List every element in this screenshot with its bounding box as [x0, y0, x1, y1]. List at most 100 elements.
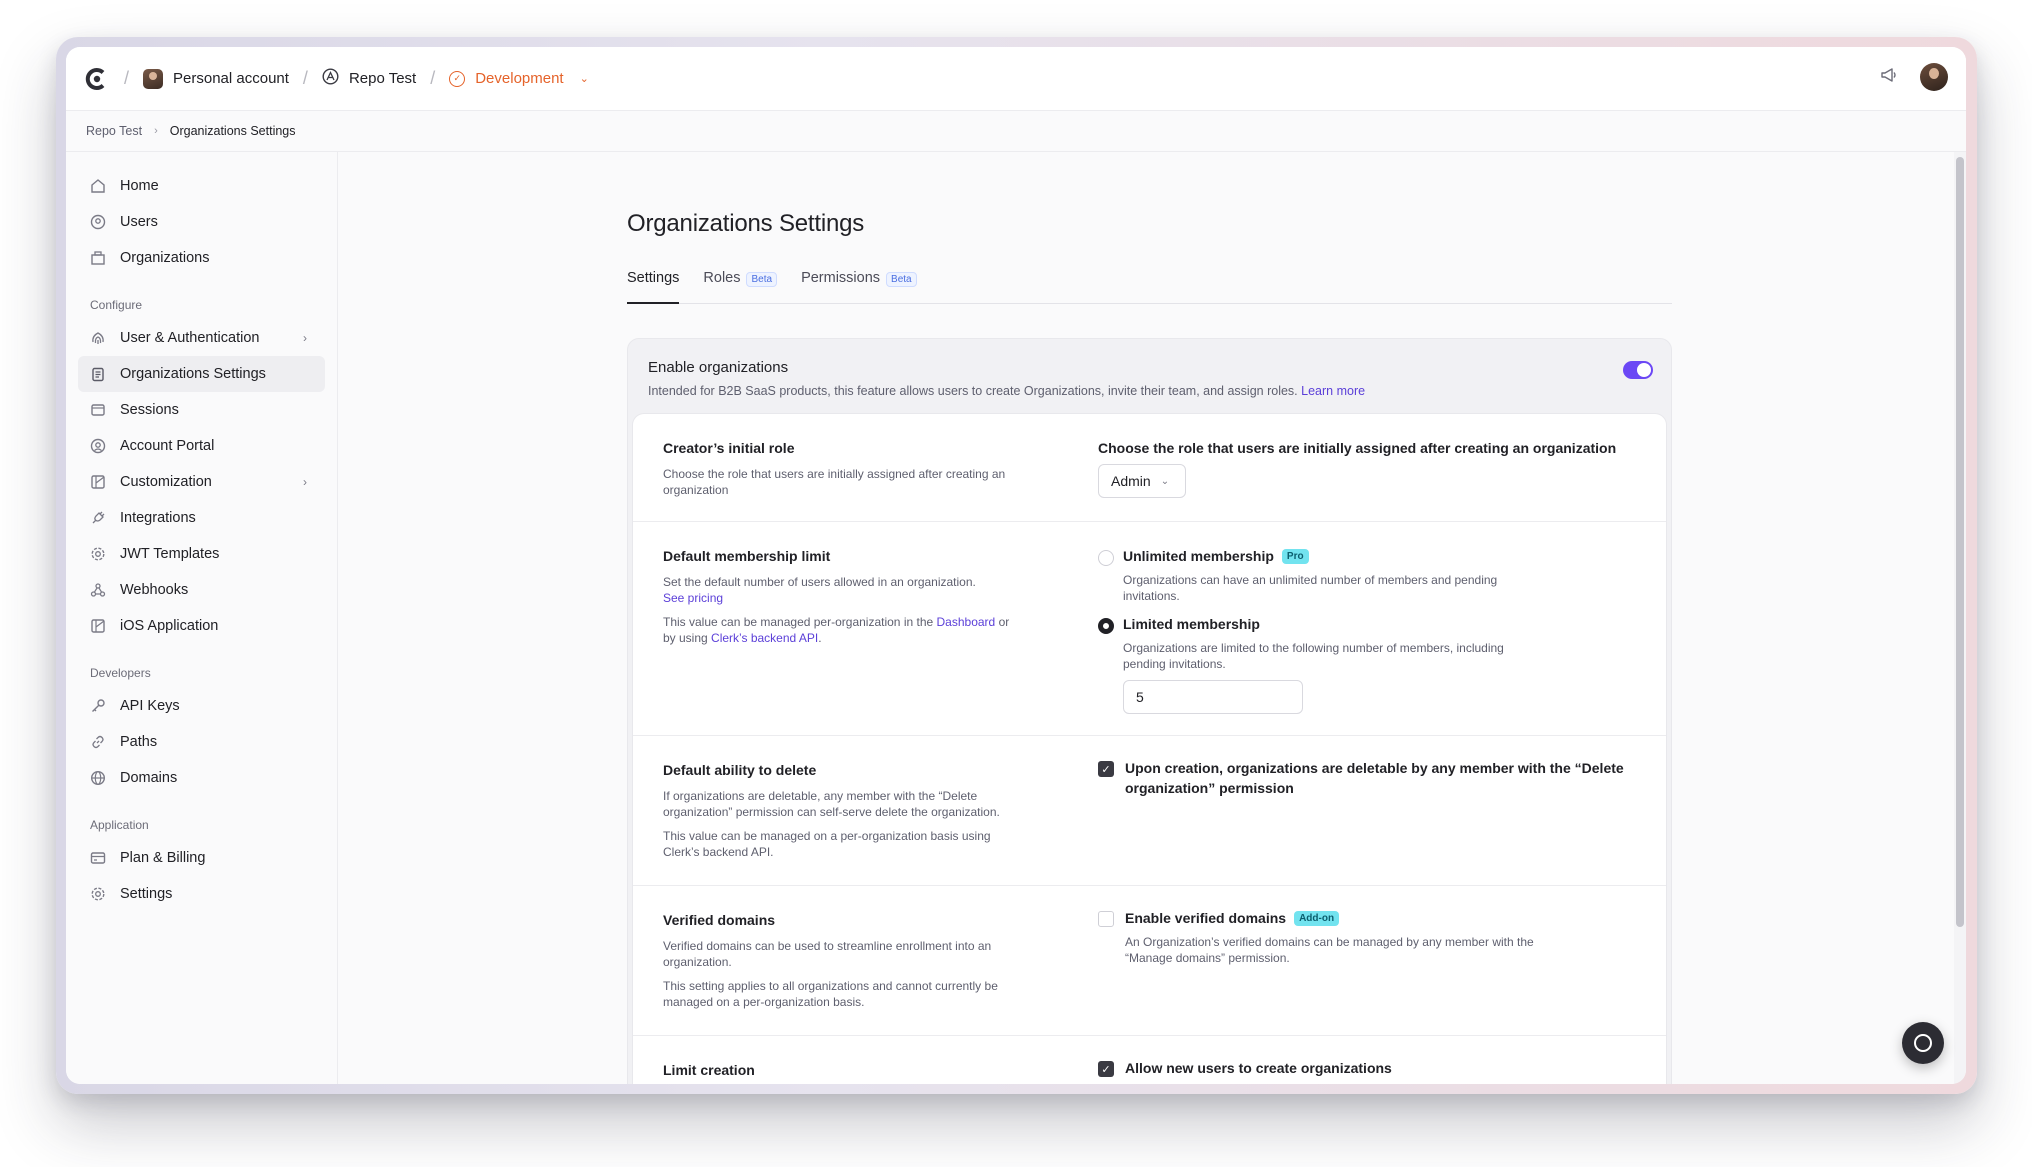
enable-organizations-toggle[interactable]: [1623, 361, 1653, 379]
sidebar-item-ios-application[interactable]: iOS Application: [78, 608, 325, 644]
delete-desc-1: If organizations are deletable, any memb…: [663, 789, 1000, 819]
building-icon: [90, 250, 106, 266]
delete-ability-title: Default ability to delete: [663, 762, 817, 778]
section-developers: Developers: [90, 666, 151, 680]
limited-membership-radio[interactable]: [1098, 618, 1114, 634]
role-select[interactable]: Admin ⌄: [1098, 464, 1186, 498]
app-window: / Personal account / Repo Test / ✓ Devel…: [66, 47, 1966, 1084]
breadcrumb-current: Organizations Settings: [169, 124, 296, 138]
sidebar-item-integrations[interactable]: Integrations: [78, 500, 325, 536]
deletable-checkbox-label: Upon creation, organizations are deletab…: [1125, 760, 1624, 796]
sidebar-item-organizations-settings[interactable]: Organizations Settings: [78, 356, 325, 392]
learn-more-link[interactable]: Learn more: [1301, 384, 1365, 398]
home-icon: [90, 178, 106, 194]
unlimited-membership-label: Unlimited membership: [1123, 548, 1274, 564]
membership-limit-description: Set the default number of users allowed …: [663, 574, 1023, 646]
delete-ability-description: If organizations are deletable, any memb…: [663, 788, 1023, 860]
environment-switcher[interactable]: ✓ Development ⌄: [449, 70, 589, 87]
delete-ability-row: Default ability to delete If organizatio…: [633, 736, 1666, 886]
deletable-checkbox[interactable]: ✓: [1098, 761, 1114, 777]
clerk-logo-icon[interactable]: [84, 66, 110, 92]
chevron-right-icon: ›: [303, 331, 307, 345]
limited-membership-option[interactable]: Limited membership: [1123, 616, 1260, 632]
unlimited-membership-option[interactable]: Unlimited membership Pro: [1123, 548, 1309, 564]
scrollbar-thumb[interactable]: [1956, 157, 1964, 927]
membership-limit-input[interactable]: 5: [1123, 680, 1303, 714]
creator-role-row: Creator’s initial role Choose the role t…: [633, 414, 1666, 522]
settings-icon: [90, 886, 106, 902]
sidebar-item-account-portal[interactable]: Account Portal: [78, 428, 325, 464]
sidebar-item-webhooks[interactable]: Webhooks: [78, 572, 325, 608]
breadcrumb-parent[interactable]: Repo Test: [86, 124, 142, 138]
allow-create-checkbox-label: Allow new users to create organizations: [1125, 1060, 1392, 1076]
beta-badge: Beta: [746, 272, 778, 287]
beta-badge: Beta: [886, 272, 917, 287]
sidebar-item-api-keys[interactable]: API Keys: [78, 688, 325, 724]
sidebar-item-label: API Keys: [120, 698, 180, 714]
clerk-help-button[interactable]: [1902, 1022, 1944, 1064]
brush-icon: [90, 474, 106, 490]
verified-desc-2: This setting applies to all organization…: [663, 979, 998, 1009]
sidebar-item-domains[interactable]: Domains: [78, 760, 325, 796]
user-circle-icon: [90, 438, 106, 454]
app-label: Repo Test: [348, 70, 417, 87]
unlimited-membership-radio[interactable]: [1098, 550, 1114, 566]
account-switcher[interactable]: Personal account: [143, 68, 289, 89]
verified-domains-checkbox[interactable]: [1098, 911, 1114, 927]
pro-badge: Pro: [1281, 548, 1309, 564]
tab-settings[interactable]: Settings: [627, 270, 680, 304]
description-text: Intended for B2B SaaS products, this fea…: [648, 384, 1298, 398]
sidebar-item-label: Integrations: [120, 510, 196, 526]
sidebar-item-users[interactable]: Users: [78, 204, 325, 240]
app-icon: [322, 68, 339, 89]
verified-domains-title: Verified domains: [663, 912, 776, 928]
dashboard-link[interactable]: Dashboard: [937, 615, 996, 629]
clerk-logo-icon: [1914, 1034, 1932, 1052]
sidebar-item-user-authentication[interactable]: User & Authentication ›: [78, 320, 325, 356]
card-icon: [90, 850, 106, 866]
sidebar-item-customization[interactable]: Customization ›: [78, 464, 325, 500]
account-avatar: [143, 68, 164, 89]
sidebar-item-label: Sessions: [120, 402, 179, 418]
chevron-down-icon: ⌄: [579, 73, 589, 85]
allow-create-checkbox[interactable]: ✓: [1098, 1061, 1114, 1077]
development-icon: ✓: [449, 70, 466, 87]
sidebar-item-jwt-templates[interactable]: JWT Templates: [78, 536, 325, 572]
sidebar-item-settings[interactable]: Settings: [78, 876, 325, 912]
limited-membership-description: Organizations are limited to the followi…: [1123, 641, 1504, 671]
chevron-right-icon: ›: [303, 475, 307, 489]
announcement-icon[interactable]: [1880, 66, 1898, 89]
tab-label: Permissions: [801, 270, 881, 286]
sidebar-item-label: Paths: [120, 734, 158, 750]
tab-roles[interactable]: Roles Beta: [703, 270, 778, 304]
sidebar-item-home[interactable]: Home: [78, 168, 325, 204]
sidebar-item-sessions[interactable]: Sessions: [78, 392, 325, 428]
section-configure: Configure: [90, 298, 143, 312]
sidebar-item-label: Webhooks: [120, 582, 189, 598]
tab-bar: Settings Roles Beta Permissions Beta: [627, 270, 1672, 304]
tab-permissions[interactable]: Permissions Beta: [801, 270, 917, 304]
membership-limit-title: Default membership limit: [663, 548, 831, 564]
sidebar-item-label: Organizations: [120, 250, 210, 266]
creator-role-title: Creator’s initial role: [663, 440, 795, 456]
fingerprint-icon: [90, 330, 106, 346]
environment-label: Development: [475, 70, 564, 87]
separator: /: [302, 68, 308, 88]
sidebar-item-label: Plan & Billing: [120, 850, 206, 866]
plug-icon: [90, 510, 106, 526]
limit-creation-title: Limit creation: [663, 1062, 755, 1078]
sidebar-item-label: Users: [120, 214, 158, 230]
sidebar-item-paths[interactable]: Paths: [78, 724, 325, 760]
backend-api-link[interactable]: Clerk’s backend API: [711, 631, 818, 645]
sidebar-item-label: Home: [120, 178, 159, 194]
top-bar: / Personal account / Repo Test / ✓ Devel…: [66, 47, 1966, 111]
user-avatar[interactable]: [1920, 63, 1948, 91]
app-switcher[interactable]: Repo Test: [322, 68, 416, 89]
unlimited-membership-description: Organizations can have an unlimited numb…: [1123, 573, 1498, 603]
sidebar-item-plan-billing[interactable]: Plan & Billing: [78, 840, 325, 876]
verified-domains-option[interactable]: Enable verified domains Add-on: [1125, 910, 1340, 926]
sidebar-item-organizations[interactable]: Organizations: [78, 240, 325, 276]
membership-limit-value: 5: [1136, 689, 1144, 705]
see-pricing-link[interactable]: See pricing: [663, 590, 1023, 606]
sidebar-item-label: Organizations Settings: [120, 366, 266, 382]
